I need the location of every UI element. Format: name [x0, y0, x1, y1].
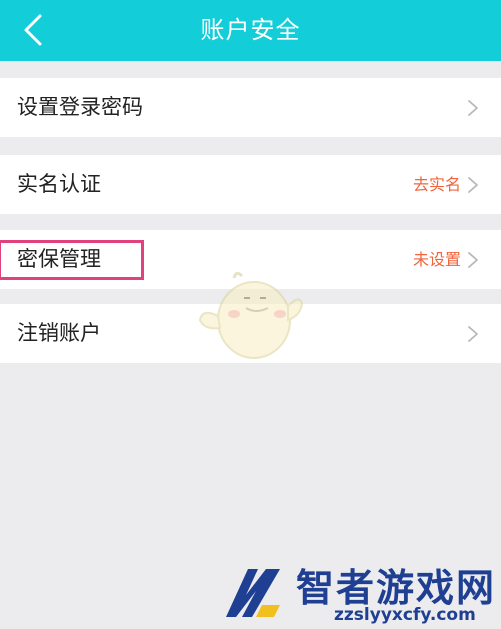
- row-set-login-password[interactable]: 设置登录密码: [0, 78, 501, 137]
- row-value: 去实名: [412, 175, 461, 194]
- chevron-right-icon: [468, 326, 478, 342]
- row-value: 未设置: [412, 250, 461, 269]
- row-label: 密保管理: [17, 247, 101, 271]
- page-title: 账户安全: [200, 16, 301, 44]
- watermark-domain: zzslyyxcfy.com: [334, 605, 476, 625]
- top-app-bar: 账户安全: [0, 0, 501, 61]
- row-label: 注销账户: [17, 321, 101, 345]
- chevron-right-icon: [468, 252, 478, 268]
- chevron-right-icon: [468, 177, 478, 193]
- watermark-site-name: 智者游戏网: [296, 566, 497, 610]
- chevron-right-icon: [468, 100, 478, 116]
- site-watermark: 智者游戏网 zzslyyxcfy.com: [220, 555, 501, 629]
- row-label: 设置登录密码: [17, 95, 143, 119]
- row-real-name-verification[interactable]: 实名认证 去实名: [0, 155, 501, 214]
- site-logo-icon: [226, 569, 280, 617]
- account-security-screen: 账户安全 设置登录密码 实名认证 去实名 密保管理 未设置 注销账户 智者游戏网…: [0, 0, 501, 629]
- row-label: 实名认证: [17, 172, 101, 196]
- mascot-watermark-icon: [198, 271, 304, 359]
